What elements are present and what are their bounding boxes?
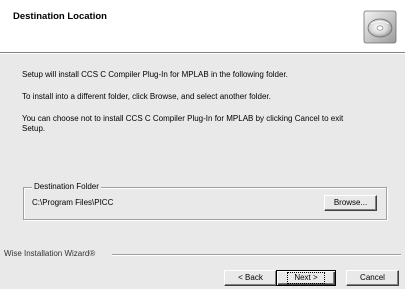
back-button-label: < Back xyxy=(238,273,263,282)
destination-folder-group: Destination Folder C:\Program Files\PICC… xyxy=(23,182,387,220)
page-title: Destination Location xyxy=(13,11,107,22)
destination-folder-legend: Destination Folder xyxy=(32,182,101,191)
cancel-instruction-text: You can choose not to install CCS C Comp… xyxy=(22,114,392,134)
cancel-instruction-line1: You can choose not to install CCS C Comp… xyxy=(22,114,344,123)
wizard-brand-label: Wise Installation Wizard® xyxy=(4,249,100,258)
next-button-label: Next > xyxy=(287,272,325,284)
installer-disc-icon xyxy=(363,10,397,44)
cancel-button-label: Cancel xyxy=(360,273,385,282)
browse-instruction-text: To install into a different folder, clic… xyxy=(22,92,271,101)
browse-button-label: Browse... xyxy=(333,198,368,207)
browse-button[interactable]: Browse... xyxy=(324,195,377,211)
footer-divider-highlight xyxy=(112,255,401,256)
header-banner: Destination Location xyxy=(0,0,405,52)
install-info-text: Setup will install CCS C Compiler Plug-I… xyxy=(22,70,288,79)
next-button[interactable]: Next > xyxy=(276,270,336,286)
cancel-button[interactable]: Cancel xyxy=(346,270,399,286)
destination-path: C:\Program Files\PICC xyxy=(32,198,114,207)
back-button[interactable]: < Back xyxy=(224,270,277,286)
cancel-instruction-line2: Setup. xyxy=(22,124,46,133)
